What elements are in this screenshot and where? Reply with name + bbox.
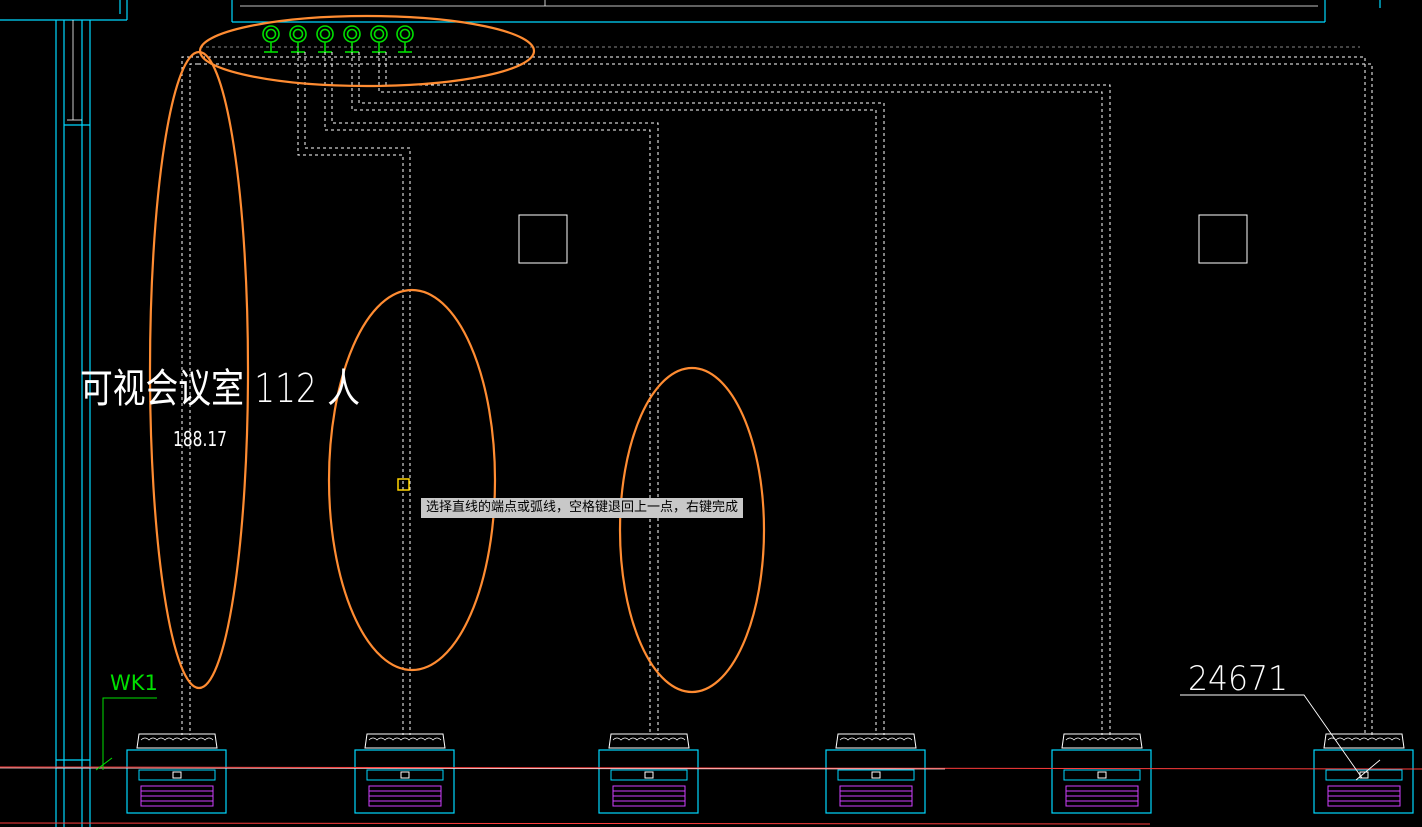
room-area-label: 188.17 bbox=[173, 427, 227, 451]
room-name-label: 可视会议室 112 人 bbox=[80, 366, 360, 412]
left-wall bbox=[55, 20, 91, 827]
cad-viewport[interactable]: 可视会议室 112 人 188.17 WK1 24671 选择直线的端点或弧线，… bbox=[0, 0, 1422, 827]
fan-coil-unit-icon[interactable] bbox=[1051, 733, 1152, 814]
command-prompt-tooltip: 选择直线的端点或弧线，空格键退回上一点，右键完成 bbox=[421, 498, 744, 518]
cad-drawing-canvas[interactable]: 可视会议室 112 人 188.17 WK1 24671 bbox=[0, 0, 1422, 827]
dimension-label: 24671 bbox=[1188, 659, 1288, 699]
markup-annotations bbox=[148, 14, 766, 694]
column-marker bbox=[1198, 214, 1248, 264]
dimension-leader bbox=[1180, 694, 1381, 781]
fan-coil-unit-icon[interactable] bbox=[354, 733, 455, 814]
top-frame bbox=[0, 0, 1381, 23]
wk1-label: WK1 bbox=[110, 671, 158, 695]
fan-coil-unit-icon[interactable] bbox=[126, 733, 227, 814]
valve-symbol-icon bbox=[262, 25, 414, 53]
fan-coil-unit-icon[interactable] bbox=[598, 733, 699, 814]
fan-coil-unit-icon[interactable] bbox=[825, 733, 926, 814]
bottom-border-line bbox=[0, 822, 1151, 825]
pipe-runs bbox=[181, 46, 1373, 735]
column-marker bbox=[518, 214, 568, 264]
